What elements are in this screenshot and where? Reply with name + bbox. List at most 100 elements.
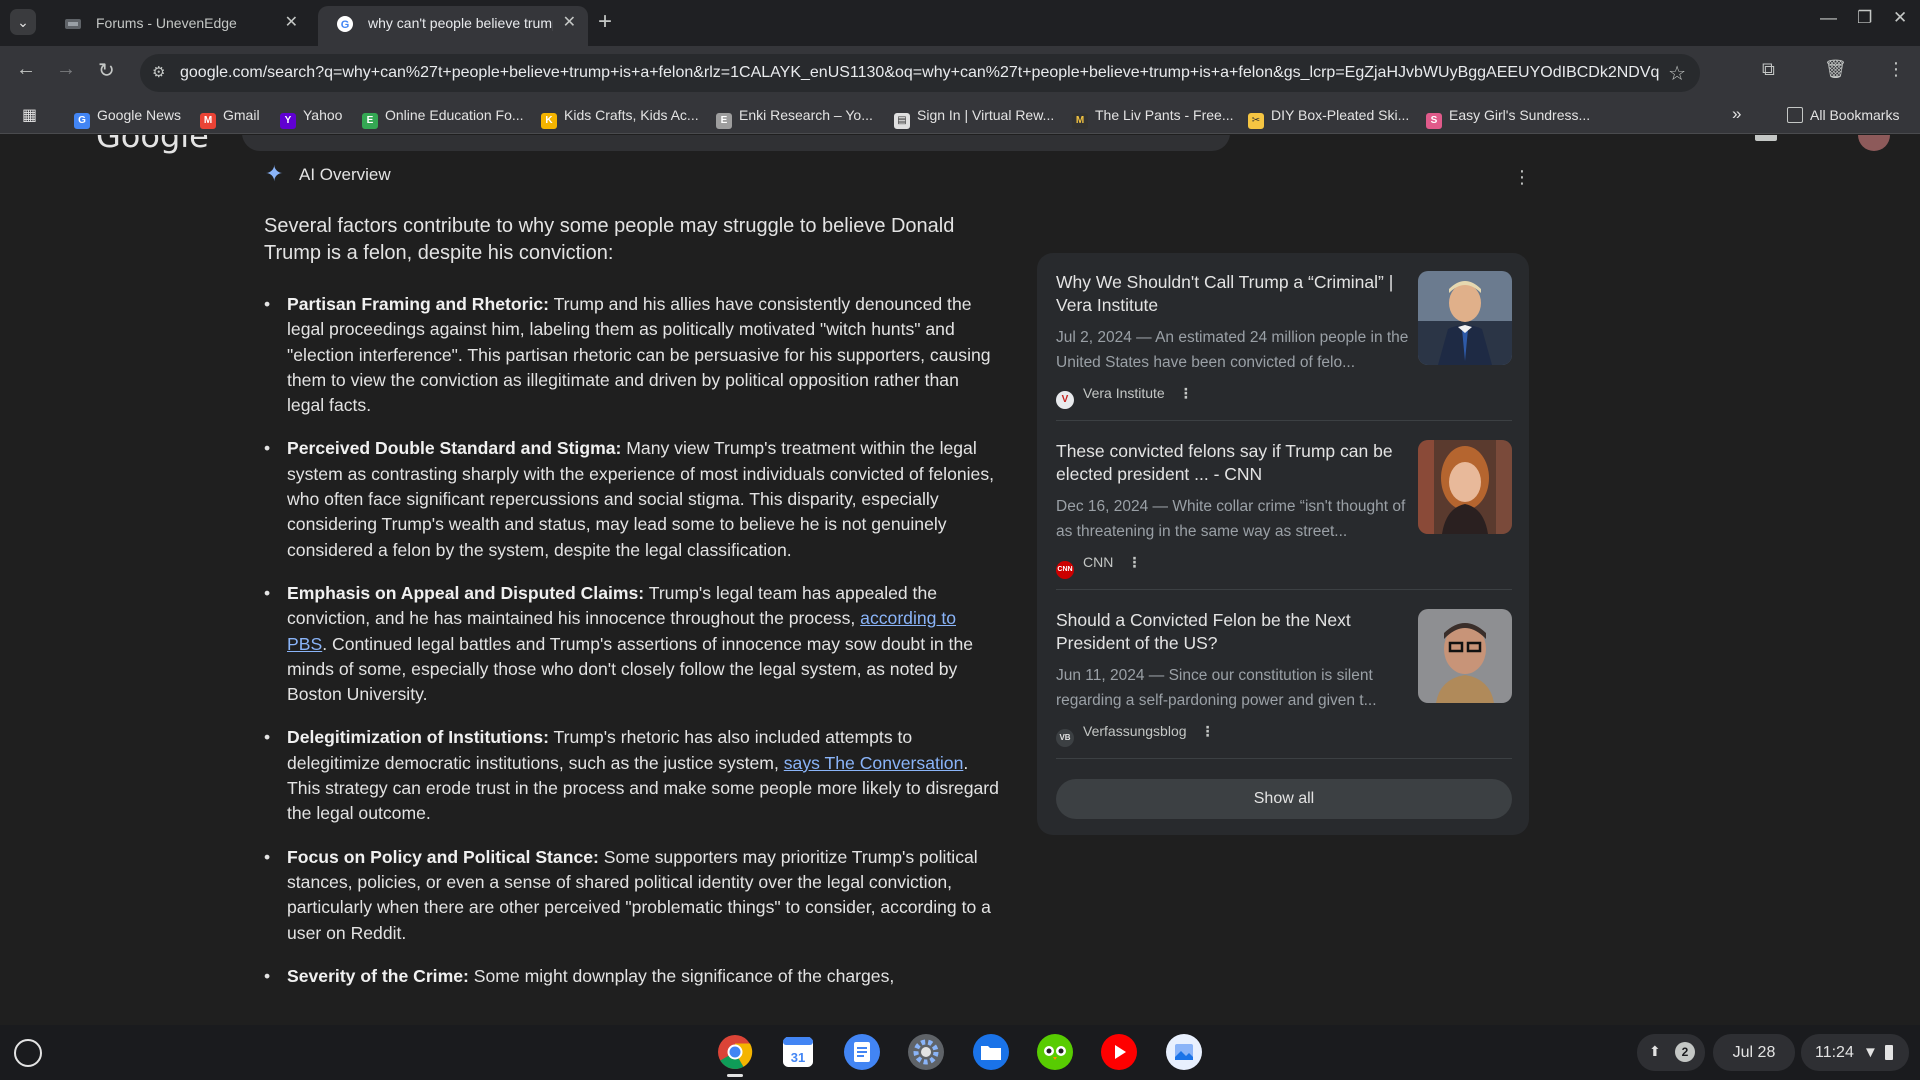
verfassungsblog-logo-icon: VB [1056, 729, 1074, 747]
list-item: Focus on Policy and Political Stance: So… [264, 845, 999, 946]
search-box[interactable] [242, 135, 1230, 151]
settings-icon[interactable] [907, 1033, 945, 1071]
source-card-vera[interactable]: Why We Shouldn't Call Trump a “Criminal”… [1056, 271, 1512, 421]
ai-overview-intro: Several factors contribute to why some p… [264, 215, 955, 264]
bookmark-yahoo[interactable]: Y Yahoo [280, 107, 342, 129]
document-icon: ▤ [894, 113, 910, 129]
tab-forums[interactable]: Forums - UnevenEdge ✕ [46, 6, 310, 46]
list-item: Delegitimization of Institutions: Trump'… [264, 725, 999, 826]
list-item: Emphasis on Appeal and Disputed Claims: … [264, 581, 999, 707]
source-card-verfassungsblog[interactable]: Should a Convicted Felon be the Next Pre… [1056, 609, 1512, 759]
chevron-down-icon: ⌄ [17, 14, 29, 30]
source-thumbnail[interactable] [1418, 440, 1512, 534]
source-menu-icon[interactable]: ⋮ [1179, 385, 1193, 401]
source-thumbnail[interactable] [1418, 609, 1512, 703]
duolingo-icon[interactable] [1036, 1033, 1074, 1071]
date-button[interactable]: Jul 28 [1713, 1034, 1795, 1071]
browser-toolbar: ← → ↻ ⚙ google.com/search?q=why+can%27t+… [0, 46, 1920, 98]
calendar-icon[interactable]: 31 [779, 1033, 817, 1071]
battery-icon [1885, 1045, 1893, 1060]
education-icon: E [362, 113, 378, 129]
ai-overview-menu-icon[interactable]: ⋮ [1513, 167, 1531, 188]
google-favicon-icon: G [337, 16, 353, 32]
list-item: Severity of the Crime: Some might downpl… [264, 964, 999, 990]
bookmark-gmail[interactable]: M Gmail [200, 107, 260, 129]
source-title[interactable]: Why We Shouldn't Call Trump a “Criminal”… [1056, 271, 1416, 317]
files-icon[interactable] [972, 1033, 1010, 1071]
ai-overview-header: ✦ AI Overview [265, 161, 391, 186]
apps-grid-icon[interactable]: ▦ [22, 105, 37, 125]
site-favicon-icon [65, 19, 81, 29]
more-bookmarks-icon[interactable]: » [1732, 104, 1741, 124]
enki-icon: E [716, 113, 732, 129]
bookmark-star-icon[interactable]: ☆ [1668, 61, 1686, 86]
bookmark-liv-pants[interactable]: M The Liv Pants - Free... [1072, 107, 1234, 129]
avatar[interactable] [1858, 135, 1890, 151]
address-bar[interactable]: ⚙ google.com/search?q=why+can%27t+people… [140, 54, 1700, 92]
clock-text: 11:24 [1815, 1044, 1854, 1061]
google-news-icon: G [74, 113, 90, 129]
gallery-icon[interactable] [1165, 1033, 1203, 1071]
sources-panel: Why We Shouldn't Call Trump a “Criminal”… [1037, 253, 1529, 835]
bookmark-enki-research[interactable]: E Enki Research – Yo... [716, 107, 873, 129]
new-tab-icon[interactable]: + [598, 8, 612, 36]
close-window-icon[interactable]: ✕ [1893, 8, 1907, 28]
google-apps-icon[interactable]: ⋯ [1812, 135, 1832, 146]
youtube-icon[interactable] [1100, 1033, 1138, 1071]
wifi-icon: ▼ [1863, 1044, 1878, 1061]
labs-icon[interactable] [1755, 135, 1777, 141]
source-menu-icon[interactable]: ⋮ [1127, 554, 1141, 570]
minimize-icon[interactable]: — [1820, 8, 1837, 28]
restore-icon[interactable]: ❐ [1857, 8, 1872, 28]
svg-text:G: G [341, 19, 350, 31]
source-site: CNN CNN ⋮ [1056, 554, 1141, 579]
tab-title: Forums - UnevenEdge [96, 15, 237, 31]
source-site: VB Verfassungsblog ⋮ [1056, 723, 1215, 747]
ai-overview-list: Partisan Framing and Rhetoric: Trump and… [264, 292, 999, 1007]
list-item: Perceived Double Standard and Stigma: Ma… [264, 436, 999, 562]
bookmark-google-news[interactable]: G Google News [74, 107, 181, 129]
source-title[interactable]: Should a Convicted Felon be the Next Pre… [1056, 609, 1416, 655]
notification-tray[interactable]: ⬆ 2 [1637, 1034, 1705, 1071]
chrome-icon[interactable] [716, 1033, 754, 1071]
extensions-icon[interactable]: ⧉ [1762, 59, 1775, 80]
download-icon: ⬆ [1649, 1043, 1661, 1059]
sundress-icon: S [1426, 113, 1442, 129]
bookmark-kids-crafts[interactable]: K Kids Crafts, Kids Ac... [541, 107, 699, 129]
back-icon[interactable]: ← [16, 58, 36, 81]
conversation-link[interactable]: says The Conversation [784, 753, 964, 773]
source-card-cnn[interactable]: These convicted felons say if Trump can … [1056, 440, 1512, 590]
bookmarks-bar: ▦ G Google News M Gmail Y Yahoo E Online Edu… [0, 98, 1920, 134]
forward-icon[interactable]: → [56, 58, 76, 81]
docs-icon[interactable] [843, 1033, 881, 1071]
source-snippet: Jun 11, 2024 — Since our constitution is… [1056, 667, 1377, 709]
show-all-button[interactable]: Show all [1056, 779, 1512, 819]
bookmark-virtual-rewards[interactable]: ▤ Sign In | Virtual Rew... [894, 107, 1054, 129]
tab-google-search[interactable]: G why can't people believe trump ✕ [318, 6, 588, 46]
tab-title: why can't people believe trump [368, 15, 553, 31]
trash-icon[interactable]: 🗑 [1824, 59, 1847, 80]
gmail-icon: M [200, 113, 216, 129]
list-item: Partisan Framing and Rhetoric: Trump and… [264, 292, 999, 418]
status-area[interactable]: 11:24 ▼ [1801, 1034, 1909, 1071]
site-info-icon[interactable]: ⚙ [152, 63, 165, 81]
bookmark-diy-skirt[interactable]: ✂ DIY Box-Pleated Ski... [1248, 107, 1409, 129]
close-tab-icon[interactable]: ✕ [563, 6, 576, 40]
liv-pants-icon: M [1072, 113, 1088, 129]
source-thumbnail[interactable] [1418, 271, 1512, 365]
source-menu-icon[interactable]: ⋮ [1201, 723, 1215, 739]
url-text: google.com/search?q=why+can%27t+people+b… [180, 64, 1660, 81]
close-tab-icon[interactable]: ✕ [285, 6, 298, 40]
tab-strip: ⌄ Forums - UnevenEdge ✕ G why can't peop… [0, 0, 1920, 46]
source-title[interactable]: These convicted felons say if Trump can … [1056, 440, 1416, 486]
launcher-icon[interactable] [14, 1039, 42, 1067]
bookmark-sundress[interactable]: S Easy Girl's Sundress... [1426, 107, 1590, 129]
reload-icon[interactable]: ↻ [98, 58, 115, 83]
sparkle-icon: ✦ [265, 161, 284, 186]
tab-search-button[interactable]: ⌄ [10, 9, 36, 35]
bookmark-online-education[interactable]: E Online Education Fo... [362, 107, 524, 129]
all-bookmarks-folder[interactable]: All Bookmarks [1787, 107, 1899, 123]
more-menu-icon[interactable]: ⋮ [1887, 59, 1905, 80]
system-shelf: 31 ⬆ 2 Jul 28 11:24 ▼ [0, 1025, 1920, 1080]
google-logo[interactable]: Google [96, 135, 209, 155]
